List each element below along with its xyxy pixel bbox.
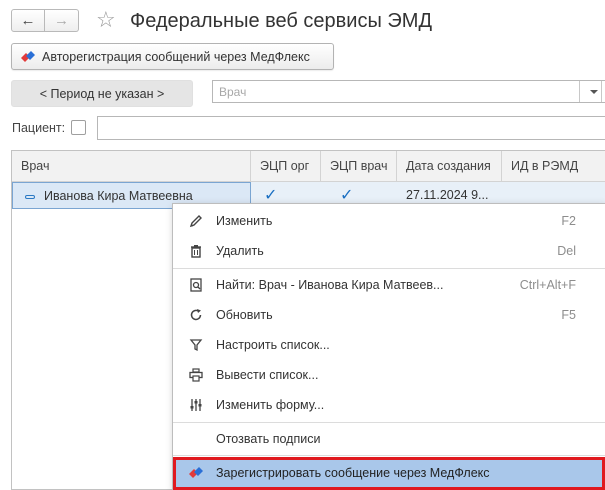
row-state-icon xyxy=(25,195,35,199)
column-header-remd-id[interactable]: ИД в РЭМД xyxy=(502,151,605,181)
menu-item-refresh[interactable]: Обновить F5 xyxy=(173,300,605,330)
menu-separator xyxy=(173,422,605,423)
arrow-right-icon: → xyxy=(54,12,69,29)
menu-item-shortcut: F5 xyxy=(561,308,576,322)
autoreg-label: Авторегистрация сообщений через МедФлекс xyxy=(42,49,310,64)
column-header-doctor[interactable]: Врач xyxy=(12,151,251,181)
forward-button[interactable]: → xyxy=(45,9,79,32)
column-header-sig-doc[interactable]: ЭЦП врач xyxy=(321,151,397,181)
column-header-sig-org[interactable]: ЭЦП орг xyxy=(251,151,321,181)
menu-item-delete[interactable]: Удалить Del xyxy=(173,236,605,266)
table-header: Врач ЭЦП орг ЭЦП врач Дата создания ИД в… xyxy=(12,151,605,182)
period-button[interactable]: < Период не указан > xyxy=(11,80,193,107)
menu-item-label: Изменить форму... xyxy=(216,398,325,412)
checkmark-icon: ✓ xyxy=(264,187,278,204)
chevron-down-icon xyxy=(589,89,598,94)
menu-item-label: Обновить xyxy=(216,308,273,322)
menu-separator xyxy=(173,268,605,269)
find-icon xyxy=(188,277,204,293)
favorite-star-icon[interactable]: ☆ xyxy=(96,8,116,32)
sliders-icon xyxy=(188,397,204,413)
menu-item-configure-list[interactable]: Настроить список... xyxy=(173,330,605,360)
doctor-placeholder: Врач xyxy=(219,85,247,99)
doctor-name: Иванова Кира Матвеевна xyxy=(44,189,193,203)
menu-item-label: Вывести список... xyxy=(216,368,319,382)
menu-item-label: Изменить xyxy=(216,214,273,228)
doctor-select[interactable]: Врач xyxy=(212,80,605,103)
patient-label: Пациент: xyxy=(12,121,66,135)
back-button[interactable]: ← xyxy=(11,9,45,32)
filter-icon xyxy=(188,337,204,353)
pencil-icon xyxy=(188,213,204,229)
select-extra-button[interactable] xyxy=(601,81,605,102)
menu-item-find[interactable]: Найти: Врач - Иванова Кира Матвеев... Ct… xyxy=(173,270,605,300)
page-title: Федеральные веб сервисы ЭМД xyxy=(130,10,432,32)
autoreg-button[interactable]: Авторегистрация сообщений через МедФлекс xyxy=(11,43,334,70)
menu-item-edit[interactable]: Изменить F2 xyxy=(173,206,605,236)
medflex-icon xyxy=(21,50,35,62)
refresh-icon xyxy=(188,307,204,323)
trash-icon xyxy=(188,243,204,259)
printer-icon xyxy=(188,367,204,383)
menu-item-shortcut: F2 xyxy=(561,214,576,228)
menu-item-change-form[interactable]: Изменить форму... xyxy=(173,390,605,420)
menu-item-label: Зарегистрировать сообщение через МедФлек… xyxy=(216,466,490,480)
menu-item-revoke-signatures[interactable]: Отозвать подписи xyxy=(173,424,605,454)
patient-input[interactable] xyxy=(97,116,605,140)
context-menu: Изменить F2 Удалить Del Найти: Врач - Ив… xyxy=(172,203,605,490)
menu-item-shortcut: Del xyxy=(557,244,576,258)
medflex-icon xyxy=(188,465,204,481)
menu-item-shortcut: Ctrl+Alt+F xyxy=(519,278,576,292)
menu-item-register-medflex[interactable]: Зарегистрировать сообщение через МедФлек… xyxy=(173,457,605,490)
menu-item-label: Настроить список... xyxy=(216,338,330,352)
checkmark-icon: ✓ xyxy=(340,187,354,204)
column-header-created[interactable]: Дата создания xyxy=(397,151,502,181)
arrow-left-icon: ← xyxy=(20,12,36,29)
menu-item-label: Отозвать подписи xyxy=(216,432,321,446)
patient-checkbox[interactable] xyxy=(71,120,86,135)
menu-item-print-list[interactable]: Вывести список... xyxy=(173,360,605,390)
menu-item-label: Найти: Врач - Иванова Кира Матвеев... xyxy=(216,278,444,292)
menu-item-label: Удалить xyxy=(216,244,264,258)
menu-separator xyxy=(173,455,605,456)
